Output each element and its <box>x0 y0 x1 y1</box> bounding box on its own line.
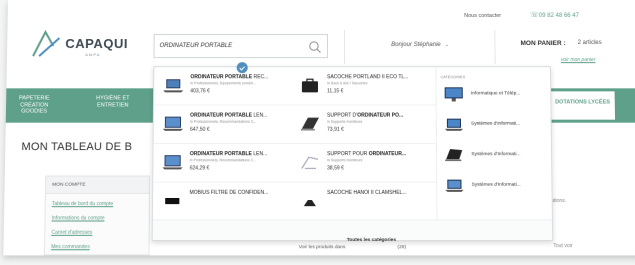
category-label: Systèmes d'Informati... <box>472 183 521 188</box>
product-price: 647,50 € <box>190 127 210 133</box>
browser-frame: CAPAQUI AMPA Nous contacter ☏ 09 82 48 6… <box>3 0 635 255</box>
nav-item-dotations[interactable]: DOTATIONS LYCÉES <box>549 90 616 120</box>
category-suggestion[interactable]: Systèmes d'Informati... <box>443 146 552 166</box>
nav-item-papeterie[interactable]: PAPETERIE CRÉATION GOODIES <box>12 95 57 115</box>
product-category: in Sacs à dos / Sacoches <box>327 81 427 85</box>
sidebar-item-address-book[interactable]: Carnet d'adresses <box>51 230 92 236</box>
product-category: in Supports moniteurs <box>327 120 428 124</box>
footer-text: Voir les produits dans Toutes les catégo… <box>299 238 406 243</box>
product-suggestion[interactable]: ORDINATEUR PORTABLE REC... in Profession… <box>158 70 291 104</box>
sidebar-item-account-info[interactable]: Informations du compte <box>52 215 105 221</box>
laptop-icon <box>443 178 465 194</box>
see-all-link[interactable]: Tout voir <box>553 243 572 249</box>
account-sidebar: MON COMPTE Tableau de bord du compte Inf… <box>44 176 150 256</box>
product-category: in Supports moniteurs <box>327 158 428 162</box>
contact-link[interactable]: Nous contacter <box>464 13 501 19</box>
search-box[interactable]: ORDINATEUR PORTABLE <box>153 34 328 58</box>
product-suggestion[interactable]: MOBIUS FILTRE DE CONFIDEN... <box>157 186 291 221</box>
phone-icon: ☏ <box>530 11 537 18</box>
page: CAPAQUI AMPA Nous contacter ☏ 09 82 48 6… <box>0 0 635 265</box>
product-suggestion[interactable]: SACOCHE HANOI II CLAMSHEL... <box>295 186 429 221</box>
product-suggestion[interactable]: ORDINATEUR PORTABLE LEN... in Profession… <box>157 147 290 182</box>
laptop-icon <box>443 117 465 133</box>
product-price: 11,15 € <box>327 88 343 94</box>
product-name: SACOCHE PORTLAND II ECO TL... <box>327 74 431 80</box>
cart-count: 2 articles <box>578 40 602 46</box>
product-suggestion[interactable]: SACOCHE PORTLAND II ECO TL... in Sacs à … <box>295 70 428 104</box>
product-name: LEN... <box>252 113 267 119</box>
account-menu[interactable]: Bonjour Stéphanie ⌄ <box>391 42 449 48</box>
view-cart-link[interactable]: voir mon panier <box>561 57 596 63</box>
row-divider <box>153 182 436 183</box>
category-label: Systèmes d'Informati... <box>471 122 520 127</box>
privacy-filter-icon <box>161 192 183 210</box>
sidebar-item-orders[interactable]: Mes commandes <box>51 244 90 250</box>
greeting-text: Bonjour Stéphanie <box>391 42 441 48</box>
bag-icon <box>299 192 321 210</box>
product-category: in Professionnels, Recommandations C... <box>190 120 291 124</box>
logo-text: CAPAQUI <box>65 36 128 51</box>
footer-prefix: Voir les produits dans <box>299 245 347 250</box>
product-name-match: ORDINATEUR PORTABLE <box>190 151 252 157</box>
product-name: SUPPORT D' <box>327 113 357 119</box>
chevron-down-icon: ⌄ <box>445 42 449 48</box>
laptop-icon <box>162 76 184 94</box>
search-autocomplete: ORDINATEUR PORTABLE REC... in Profession… <box>152 66 554 241</box>
category-suggestion[interactable]: Systèmes d'Informati... <box>443 116 552 136</box>
logo-subtitle: AMPA <box>85 52 100 57</box>
product-name: REC... <box>252 74 268 80</box>
bag-icon <box>299 76 321 94</box>
laptop-stand-icon <box>299 115 321 133</box>
sidebar-heading: MON COMPTE <box>46 177 149 194</box>
product-category: in Professionnels, Recommandations C... <box>190 158 291 162</box>
header-divider <box>344 30 345 64</box>
row-divider <box>154 104 436 105</box>
category-label: Systèmes d'Informati... <box>471 152 520 157</box>
category-label: Informatique et Télép... <box>471 91 521 96</box>
product-price: 73,91 € <box>327 127 344 133</box>
cart-label[interactable]: MON PANIER : <box>520 40 565 47</box>
header-divider <box>494 30 495 64</box>
footer-all-categories: Toutes les catégories <box>347 238 396 243</box>
search-input[interactable]: ORDINATEUR PORTABLE <box>160 43 233 49</box>
product-name: SUPPORT POUR <box>327 151 369 157</box>
footer-count: (26) <box>396 245 406 250</box>
sidebar-item-dashboard[interactable]: Tableau de bord du compte <box>52 201 113 207</box>
product-price: 624,29 € <box>190 165 210 171</box>
product-name-match: ORDINATEUR PORTABLE <box>190 113 252 119</box>
logo-mark-icon <box>31 28 66 58</box>
sidebar-heading-text: MON COMPTE <box>52 183 85 188</box>
product-name-match: ORDINATEUR PORTABLE <box>190 74 252 80</box>
categories-heading: CATÉGORIES <box>441 75 466 79</box>
product-name: MOBIUS FILTRE DE CONFIDEN... <box>190 190 295 196</box>
product-suggestion[interactable]: ORDINATEUR PORTABLE LEN... in Profession… <box>158 109 291 143</box>
laptop-icon <box>443 147 465 163</box>
product-name-match: ORDINATEUR PO... <box>357 113 403 119</box>
product-name-match: ORDINATEUR... <box>369 151 406 157</box>
category-suggestion[interactable]: Informatique et Télép... <box>443 85 552 105</box>
category-suggestion[interactable]: Systèmes d'Informati... <box>443 177 552 197</box>
product-name: SACOCHE HANOI II CLAMSHEL... <box>327 190 432 196</box>
laptop-icon <box>162 115 184 133</box>
nav-item-label: DOTATIONS LYCÉES <box>550 99 614 106</box>
product-price: 38,59 € <box>327 165 344 171</box>
search-icon[interactable] <box>307 39 323 55</box>
category-suggestions: CATÉGORIES Informatique et Télép... Syst… <box>435 67 553 219</box>
phone-text: 09 82 48 66 47 <box>539 13 579 19</box>
product-category: in Professionnels, Equipements numéri... <box>190 81 291 85</box>
view-all-categories-link[interactable]: Voir les produits dans Toutes les catégo… <box>153 219 553 240</box>
logo[interactable]: CAPAQUI AMPA <box>31 28 142 68</box>
product-name: LEN... <box>252 151 267 157</box>
product-suggestion[interactable]: SUPPORT POUR ORDINATEUR... in Supports m… <box>295 147 428 182</box>
page-title: MON TABLEAU DE B <box>21 141 132 153</box>
phone-number[interactable]: ☏ 09 82 48 66 47 <box>530 11 579 19</box>
product-suggestion[interactable]: SUPPORT D'ORDINATEUR PO... in Supports m… <box>295 109 428 143</box>
product-price: 403,76 € <box>190 88 210 94</box>
laptop-stand-icon <box>299 153 321 171</box>
row-divider <box>154 143 436 144</box>
monitor-icon <box>443 86 465 102</box>
laptop-icon <box>161 153 183 171</box>
nav-item-hygiene[interactable]: HYGIÈNE ET ENTRETIEN <box>91 95 135 108</box>
